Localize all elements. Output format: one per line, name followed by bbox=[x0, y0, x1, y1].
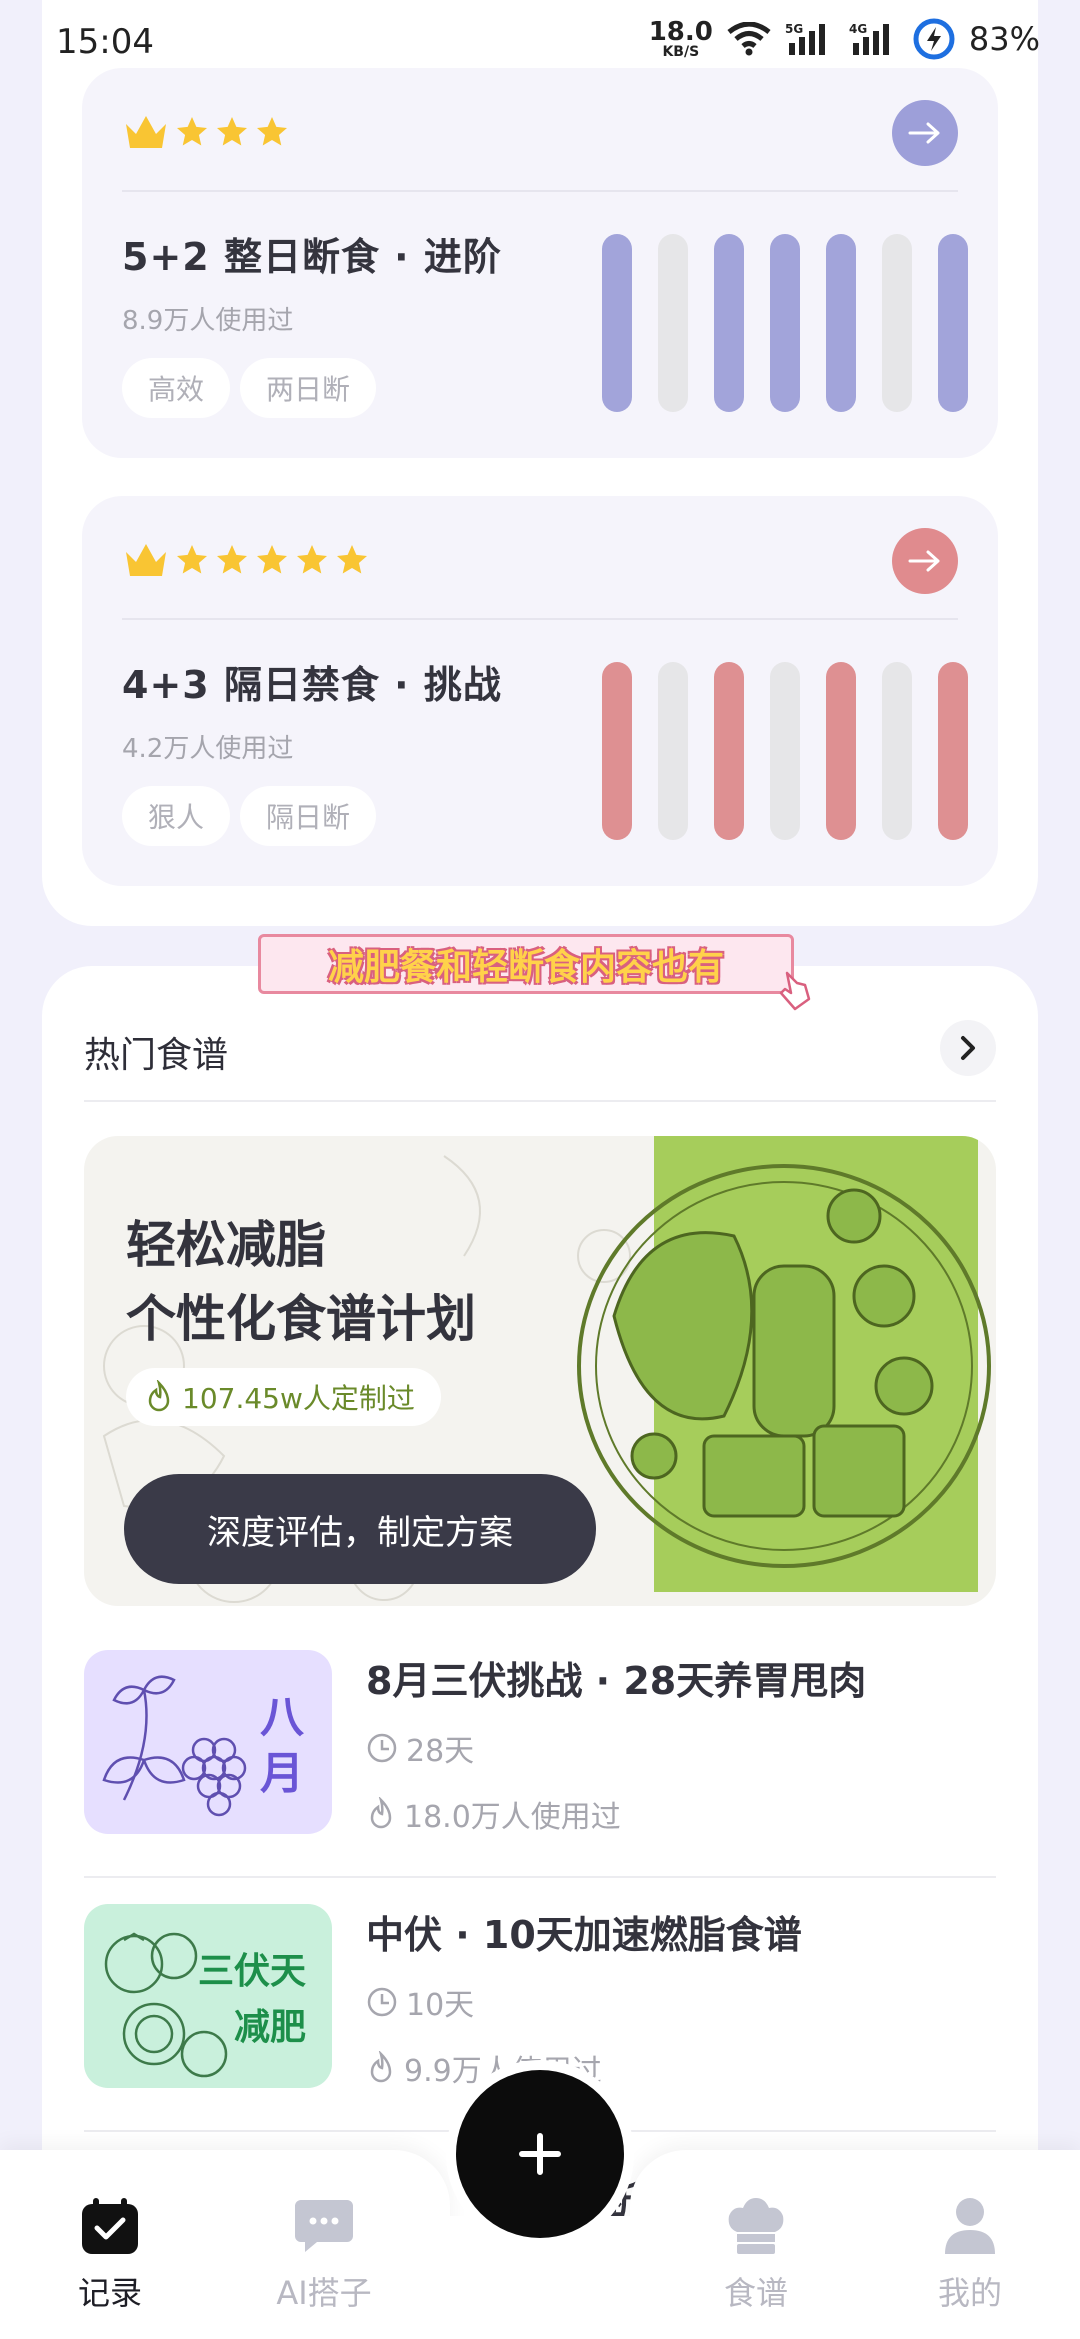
weekly-fasting-bars bbox=[602, 662, 968, 840]
battery-charging-icon bbox=[913, 18, 955, 60]
plan-arrow-button[interactable] bbox=[892, 528, 958, 594]
svg-text:4G: 4G bbox=[849, 22, 867, 36]
arrow-right-icon bbox=[908, 122, 940, 144]
chef-hat-icon bbox=[728, 2198, 784, 2254]
plan-tag: 高效 bbox=[122, 358, 231, 418]
clock-icon bbox=[367, 1987, 397, 2017]
chevron-right-icon bbox=[961, 1036, 975, 1060]
plan-tag: 两日断 bbox=[240, 358, 377, 418]
star-icon bbox=[297, 545, 327, 574]
divider bbox=[84, 1876, 996, 1878]
plan-users-count: 8.9万人使用过 bbox=[122, 306, 294, 336]
clock-icon bbox=[367, 1733, 397, 1763]
plan-arrow-button[interactable] bbox=[892, 100, 958, 166]
plan-title: 4+3 隔日禁食 · 挑战 bbox=[122, 663, 502, 707]
flame-icon bbox=[148, 1380, 170, 1412]
battery-percent: 83% bbox=[968, 20, 1040, 58]
promo-sticker: 减肥餐和轻断食内容也有 bbox=[258, 934, 811, 1011]
status-icons: 18.0 KB/S 5G 4G 83% bbox=[649, 18, 1040, 60]
recipe-duration: 28天 bbox=[366, 1726, 474, 1770]
fasting-plans-panel: 5+2 整日断食 · 进阶 8.9万人使用过 高效 两日断 4+3 隔日禁食 ·… bbox=[42, 0, 1038, 926]
fasting-day-bar bbox=[938, 234, 968, 412]
star-icon bbox=[257, 545, 287, 574]
wifi-icon bbox=[727, 22, 771, 56]
star-icon bbox=[337, 545, 367, 574]
crown-icon bbox=[126, 544, 166, 576]
nav-item-recipes[interactable]: 食谱 bbox=[676, 2196, 836, 2314]
recipe-item[interactable]: 八 月 8月三伏挑战 · 28天养胃甩肉 28天 18.0万人使用过 bbox=[84, 1636, 996, 1866]
plan-title: 5+2 整日断食 · 进阶 bbox=[122, 235, 502, 279]
fasting-day-bar bbox=[938, 662, 968, 840]
banner-title: 轻松减脂 个性化食谱计划 bbox=[126, 1216, 476, 1348]
svg-text:月: 月 bbox=[260, 1748, 304, 1799]
flame-icon bbox=[370, 1797, 392, 1829]
divider bbox=[84, 1100, 996, 1102]
signal-4g-icon: 4G bbox=[849, 22, 889, 55]
fasting-day-bar bbox=[714, 234, 744, 412]
plan-card-5-2[interactable]: 5+2 整日断食 · 进阶 8.9万人使用过 高效 两日断 bbox=[82, 68, 998, 458]
thumbnail-caption: 三伏天 减肥 bbox=[197, 1951, 306, 2048]
section-title: 热门食谱 bbox=[84, 1035, 229, 1076]
recipe-duration: 10天 bbox=[366, 1980, 474, 2024]
star-icon bbox=[217, 545, 247, 574]
plan-card-4-3[interactable]: 4+3 隔日禁食 · 挑战 4.2万人使用过 狠人 隔日断 bbox=[82, 496, 998, 886]
plan-tags: 高效 两日断 bbox=[122, 358, 377, 418]
recipe-title: 8月三伏挑战 · 28天养胃甩肉 bbox=[366, 1659, 867, 1703]
svg-text:八: 八 bbox=[260, 1692, 305, 1743]
eating-day-bar bbox=[658, 662, 688, 840]
recipe-title: 中伏 · 10天加速燃脂食谱 bbox=[366, 1913, 802, 1957]
section-header: 热门食谱 bbox=[84, 1016, 996, 1086]
flame-icon bbox=[370, 2051, 392, 2083]
plus-icon bbox=[519, 2133, 561, 2175]
divider bbox=[122, 190, 958, 192]
lily-grape-icon: 八 月 bbox=[102, 1675, 305, 1817]
difficulty-rating bbox=[122, 112, 290, 152]
app-screen: 15:04 18.0 KB/S 5G 4G 83% 5+2 整日断食 · 进阶 … bbox=[0, 0, 1080, 2339]
nav-item-record[interactable]: 记录 bbox=[30, 2196, 190, 2314]
nav-item-profile[interactable]: 我的 bbox=[890, 2196, 1050, 2314]
plan-tag: 隔日断 bbox=[240, 786, 377, 846]
divider bbox=[122, 618, 958, 620]
difficulty-rating bbox=[122, 540, 370, 580]
eating-day-bar bbox=[882, 662, 912, 840]
customized-count-badge: 107.45w人定制过 bbox=[126, 1368, 441, 1426]
eating-day-bar bbox=[770, 662, 800, 840]
eating-day-bar bbox=[658, 234, 688, 412]
pointer-hand-icon bbox=[779, 971, 811, 1011]
net-speed: 18.0 KB/S bbox=[648, 17, 713, 60]
arrow-right-icon bbox=[908, 550, 940, 572]
fasting-day-bar bbox=[714, 662, 744, 840]
star-icon bbox=[177, 545, 207, 574]
fasting-day-bar bbox=[770, 234, 800, 412]
person-icon bbox=[945, 2198, 995, 2254]
see-more-button[interactable] bbox=[940, 1020, 996, 1076]
fasting-day-bar bbox=[826, 234, 856, 412]
signal-5g-icon: 5G bbox=[785, 22, 825, 55]
recipe-plan-banner[interactable]: 轻松减脂 个性化食谱计划 107.45w人定制过 深度评估，制定方案 bbox=[84, 1136, 996, 1606]
add-record-button[interactable] bbox=[456, 2070, 624, 2238]
status-time: 15:04 bbox=[56, 22, 154, 62]
salad-plate-icon bbox=[577, 1164, 991, 1568]
eating-day-bar bbox=[882, 234, 912, 412]
plan-tag: 狠人 bbox=[122, 786, 231, 846]
status-bar: 15:04 18.0 KB/S 5G 4G 83% bbox=[0, 0, 1080, 80]
fasting-day-bar bbox=[826, 662, 856, 840]
star-icon bbox=[177, 117, 207, 146]
weekly-fasting-bars bbox=[602, 234, 968, 412]
recipe-users: 18.0万人使用过 bbox=[366, 1792, 621, 1836]
svg-text:5G: 5G bbox=[785, 22, 803, 36]
recipe-thumbnail: 八 月 bbox=[84, 1650, 332, 1834]
plan-users-count: 4.2万人使用过 bbox=[122, 734, 294, 764]
star-icon bbox=[217, 117, 247, 146]
crown-icon bbox=[126, 116, 166, 148]
fasting-day-bar bbox=[602, 662, 632, 840]
chat-bubble-icon bbox=[295, 2200, 353, 2252]
recipe-thumbnail: 三伏天 减肥 bbox=[84, 1904, 332, 2088]
nav-item-ai-buddy[interactable]: AI搭子 bbox=[244, 2196, 404, 2314]
assess-plan-button[interactable]: 深度评估，制定方案 bbox=[124, 1474, 596, 1584]
fasting-day-bar bbox=[602, 234, 632, 412]
calendar-check-icon bbox=[82, 2198, 138, 2254]
star-icon bbox=[257, 117, 287, 146]
plan-tags: 狠人 隔日断 bbox=[122, 786, 377, 846]
